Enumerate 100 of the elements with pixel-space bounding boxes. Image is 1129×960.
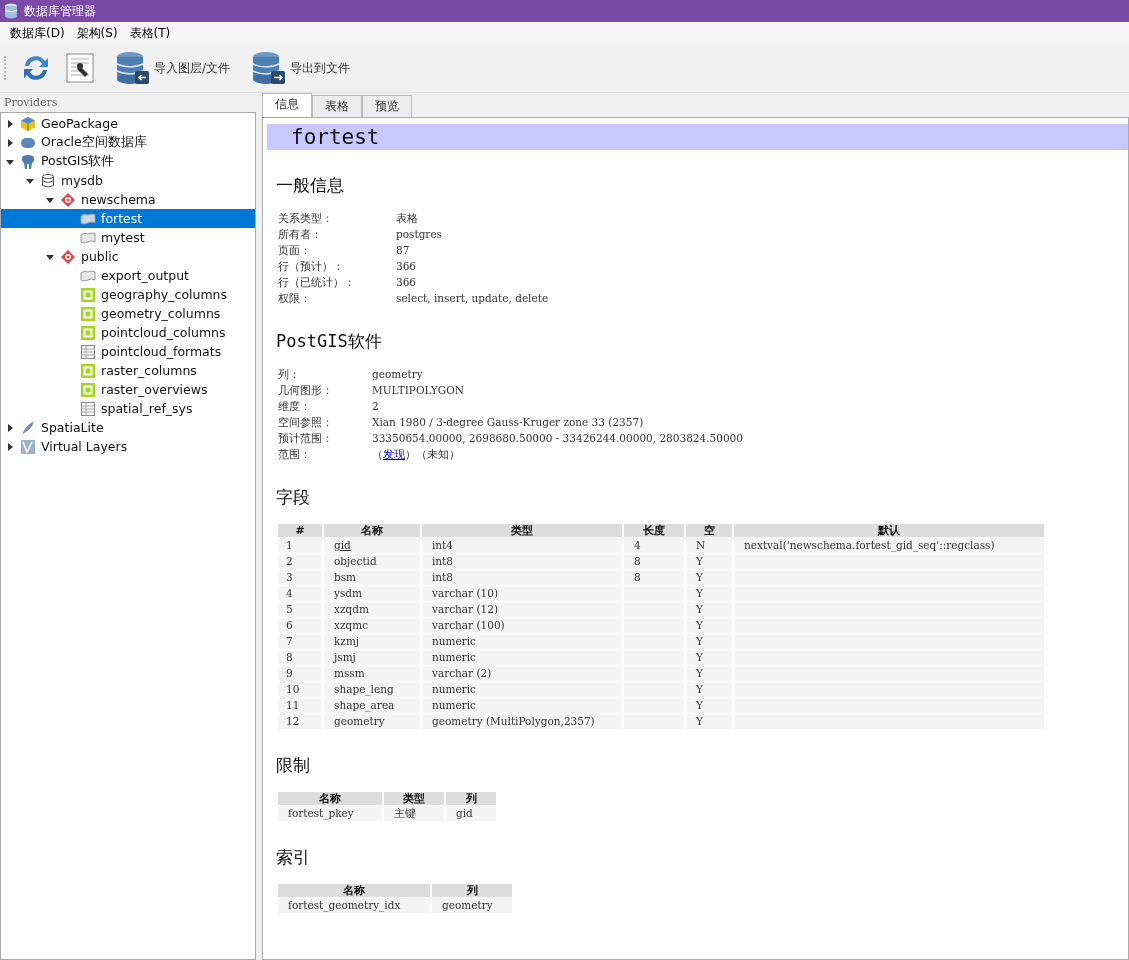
property-label: 几何图形：: [278, 383, 334, 398]
tree-item[interactable]: geography_columns: [1, 285, 255, 304]
database-icon: [40, 172, 56, 189]
tree-item[interactable]: mysdb: [1, 171, 255, 190]
column-header: 默认: [734, 524, 1044, 537]
table-cell: 主键: [384, 806, 444, 821]
expand-arrow-icon[interactable]: [6, 119, 14, 128]
tree-item[interactable]: public: [1, 247, 255, 266]
menu-item[interactable]: 数据库(D): [6, 22, 69, 44]
tree-item[interactable]: Virtual Layers: [1, 437, 255, 456]
property-label: 关系类型：: [278, 211, 334, 226]
export-button[interactable]: 导出到文件: [248, 49, 355, 87]
tree-item[interactable]: raster_columns: [1, 361, 255, 380]
table-cell: 6: [278, 618, 322, 633]
database-arrow-icon: [116, 51, 150, 85]
elephant-icon: [20, 153, 36, 170]
table-cell: int4: [422, 538, 622, 553]
polygon-icon: [80, 210, 96, 227]
import-button[interactable]: 导入图层/文件: [112, 49, 235, 87]
expand-arrow-icon[interactable]: [6, 442, 14, 451]
feather-icon: [20, 419, 36, 436]
collapse-arrow-icon[interactable]: [46, 252, 54, 261]
polygon-icon: [80, 267, 96, 284]
table-cell: varchar (2): [422, 666, 622, 681]
table-cell: geometry: [324, 714, 420, 729]
tree-item[interactable]: mytest: [1, 228, 255, 247]
menu-item[interactable]: 架构(S): [72, 22, 122, 44]
database-icon: [4, 3, 18, 19]
property-label: 权限：: [278, 291, 312, 306]
view-icon: [80, 324, 96, 341]
table-cell: Y: [686, 618, 732, 633]
table-cell: numeric: [422, 634, 622, 649]
column-header: 列: [446, 792, 496, 805]
tree-item[interactable]: fortest: [1, 209, 255, 228]
table-cell: Y: [686, 602, 732, 617]
tree-item[interactable]: geometry_columns: [1, 304, 255, 323]
table-cell: Y: [686, 634, 732, 649]
cube-icon: [20, 115, 36, 132]
table-cell: xzqdm: [324, 602, 420, 617]
find-link[interactable]: 发现: [383, 448, 405, 460]
table-cell: Y: [686, 682, 732, 697]
table-cell: 2: [278, 554, 322, 569]
menu-item[interactable]: 表格(T): [125, 22, 175, 44]
polygon-icon: [80, 229, 96, 246]
expand-arrow-icon[interactable]: [6, 138, 14, 147]
tab[interactable]: 表格: [312, 95, 362, 117]
tree-item[interactable]: Oracle空间数据库: [1, 133, 255, 152]
table-icon: [80, 343, 96, 360]
tree-item[interactable]: pointcloud_columns: [1, 323, 255, 342]
tree-item[interactable]: pointcloud_formats: [1, 342, 255, 361]
expand-arrow-icon[interactable]: [6, 423, 14, 432]
table-cell: 4: [624, 538, 684, 553]
view-icon: [80, 305, 96, 322]
layer-title: fortest: [267, 124, 1128, 150]
section-heading: 字段: [276, 486, 311, 509]
table-cell: numeric: [422, 698, 622, 713]
tab[interactable]: 预览: [362, 95, 412, 117]
tree-item[interactable]: spatial_ref_sys: [1, 399, 255, 418]
tree-item[interactable]: raster_overviews: [1, 380, 255, 399]
tree-item[interactable]: SpatiaLite: [1, 418, 255, 437]
document-wrench-icon: [66, 53, 94, 83]
table-cell: N: [686, 538, 732, 553]
table-cell: Y: [686, 586, 732, 601]
table-cell: 9: [278, 666, 322, 681]
column-header: #: [278, 524, 322, 537]
tree-item[interactable]: PostGIS软件: [1, 152, 255, 171]
diamond-icon: [60, 248, 76, 265]
column-header: 名称: [278, 884, 430, 897]
view-icon: [80, 362, 96, 379]
table-cell: gid: [324, 538, 420, 553]
table-cell: Y: [686, 570, 732, 585]
table-cell: 12: [278, 714, 322, 729]
column-header: 列: [432, 884, 512, 897]
table-cell: shape_leng: [324, 682, 420, 697]
tree-item[interactable]: newschema: [1, 190, 255, 209]
table-cell: jsmj: [324, 650, 420, 665]
property-value: select, insert, update, delete: [396, 291, 550, 306]
table-cell: int8: [422, 554, 622, 569]
table-cell: geometry (MultiPolygon,2357): [422, 714, 622, 729]
column-header: 类型: [422, 524, 622, 537]
property-value: 366: [396, 275, 418, 290]
column-header: 类型: [384, 792, 444, 805]
tree-item[interactable]: GeoPackage: [1, 114, 255, 133]
tab[interactable]: 信息: [262, 93, 312, 117]
column-header: 空: [686, 524, 732, 537]
table-cell: bsm: [324, 570, 420, 585]
collapse-arrow-icon[interactable]: [46, 195, 54, 204]
collapse-arrow-icon[interactable]: [26, 176, 34, 185]
property-label: 范围：: [278, 447, 312, 462]
table-cell: Y: [686, 698, 732, 713]
table-cell: shape_area: [324, 698, 420, 713]
table-cell: fortest_geometry_idx: [278, 898, 430, 913]
property-label: 页面：: [278, 243, 312, 258]
view-icon: [80, 286, 96, 303]
collapse-arrow-icon[interactable]: [6, 157, 14, 166]
property-label: 行（预计）：: [278, 259, 345, 274]
bracket-text: （: [372, 448, 383, 460]
tree-item[interactable]: export_output: [1, 266, 255, 285]
column-header: 长度: [624, 524, 684, 537]
table-cell: 11: [278, 698, 322, 713]
